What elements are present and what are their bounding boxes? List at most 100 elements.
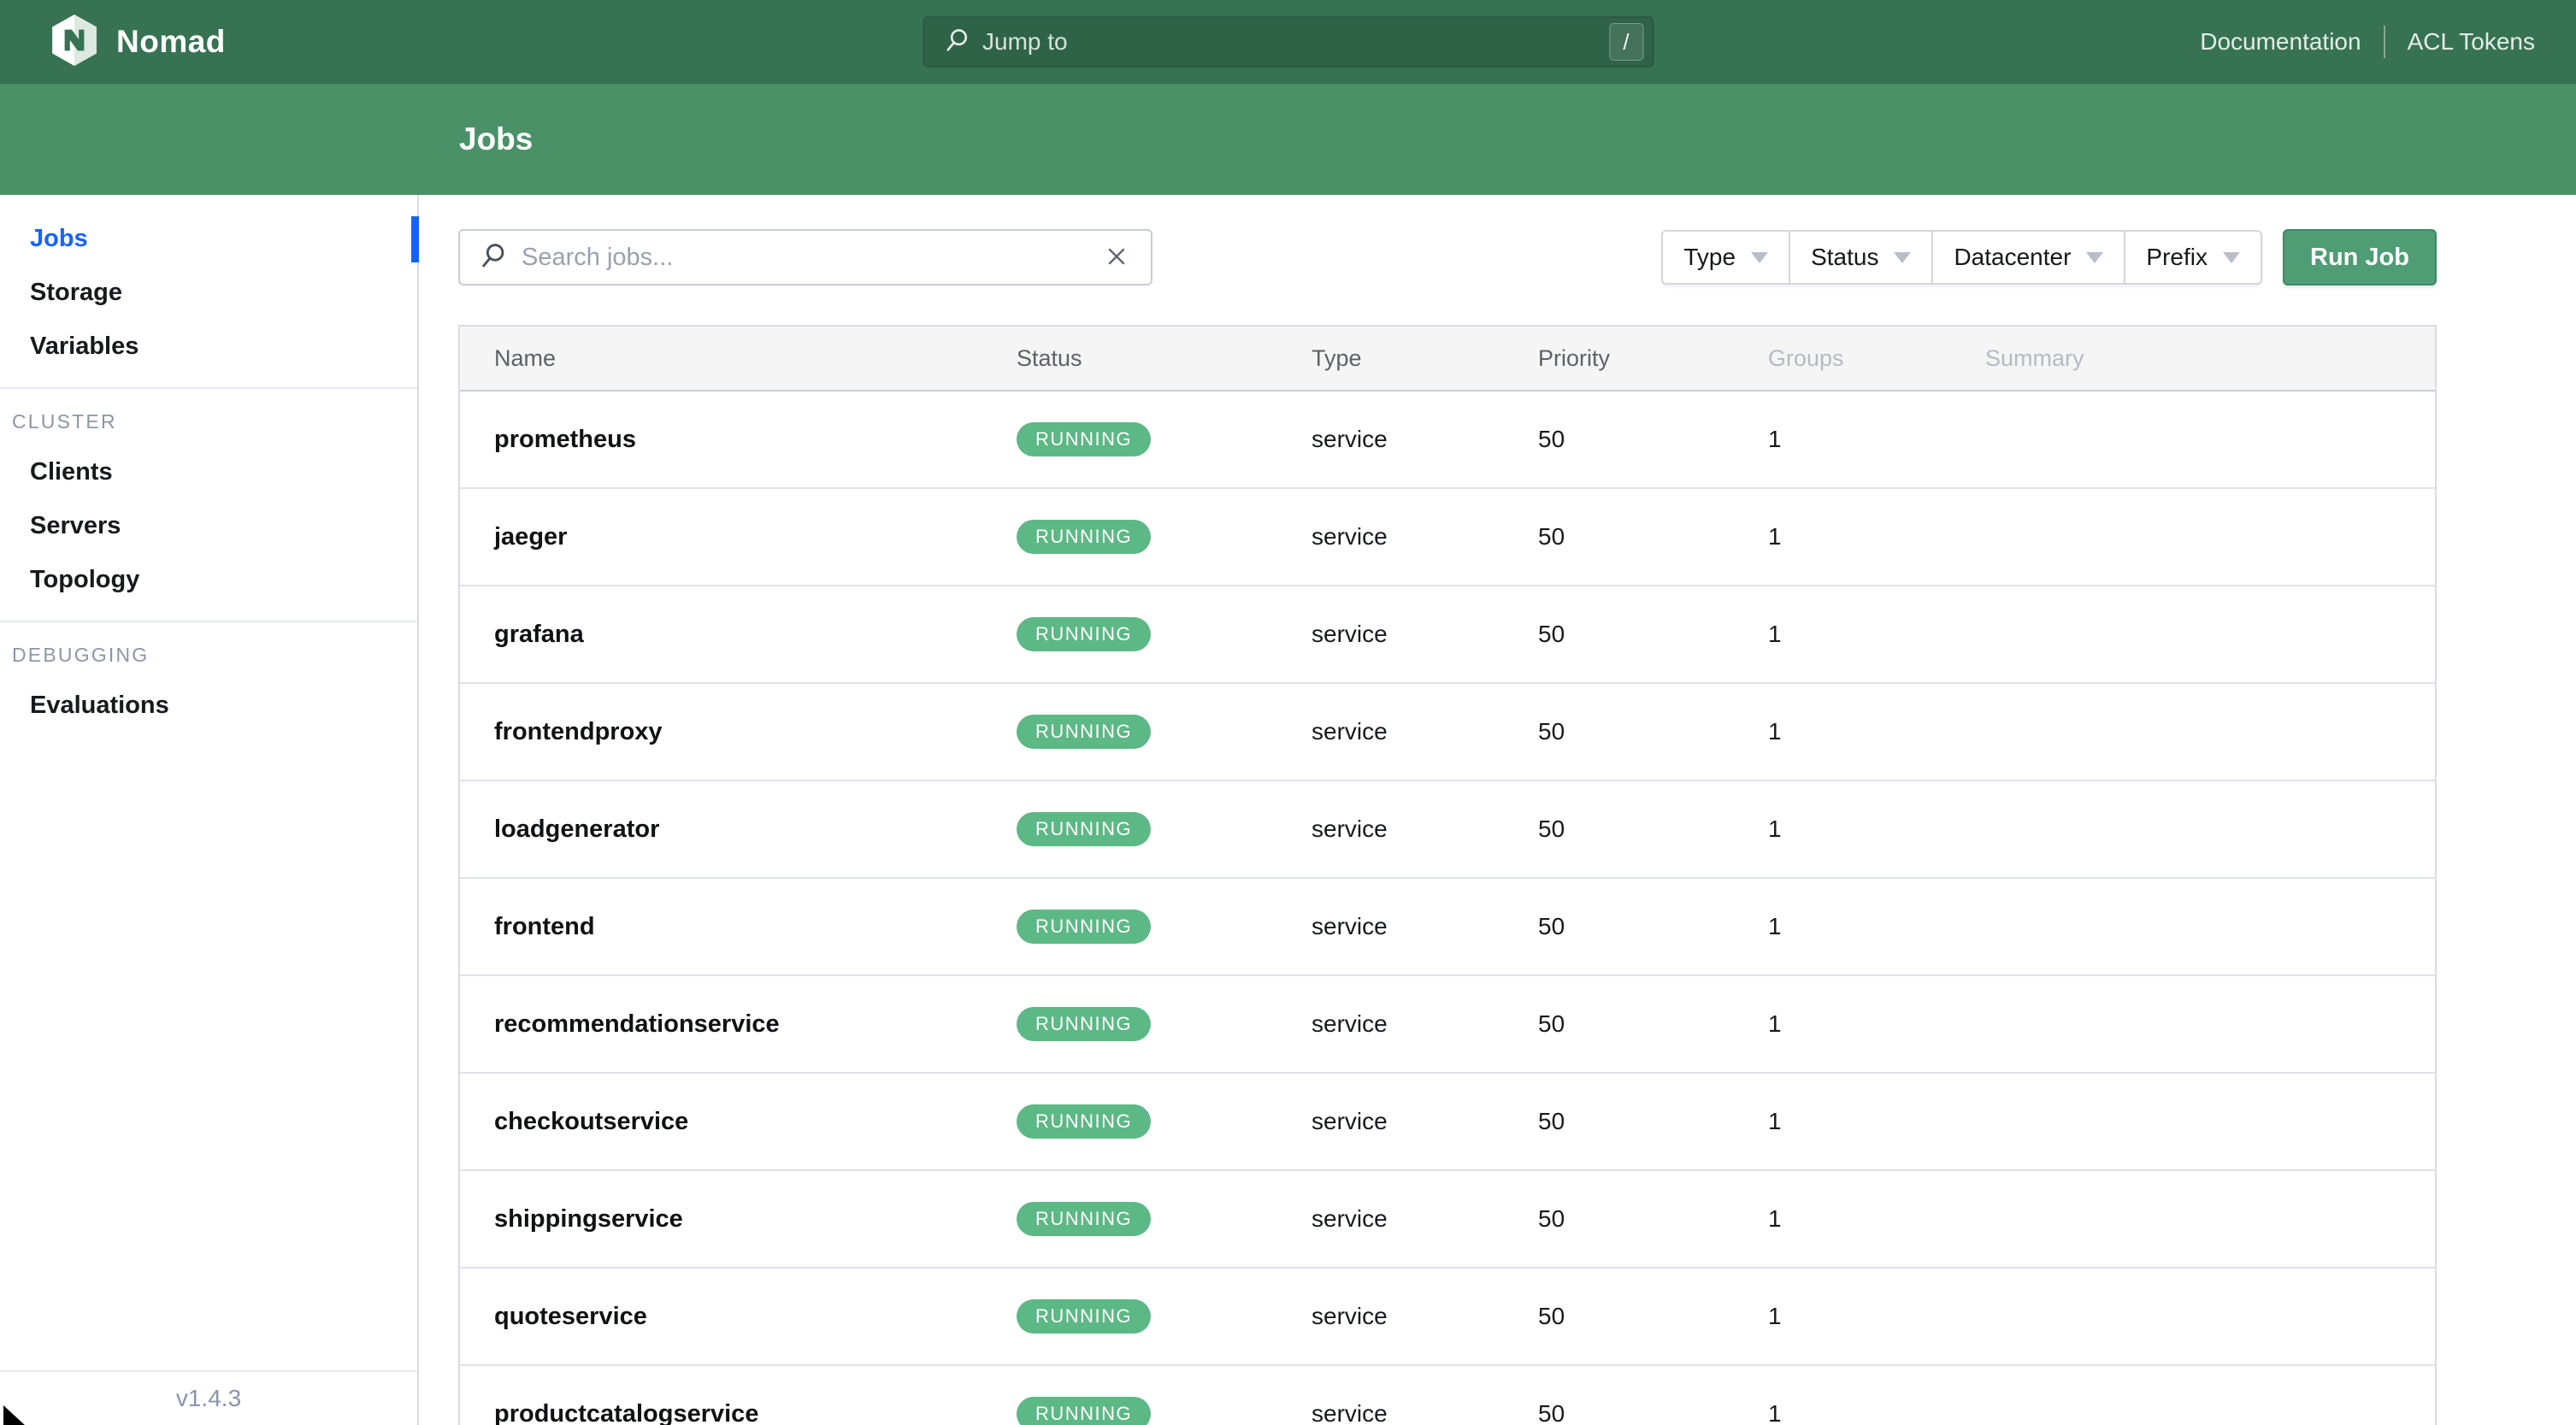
- job-type: service: [1312, 1205, 1388, 1232]
- sidebar-item-variables[interactable]: Variables: [0, 320, 417, 374]
- mouse-cursor: [2, 1405, 32, 1425]
- job-priority: 50: [1538, 621, 1565, 647]
- page-header: Jobs: [0, 84, 2576, 195]
- search-icon: [943, 26, 970, 58]
- status-badge: RUNNING: [1017, 1007, 1152, 1041]
- sidebar-item-topology[interactable]: Topology: [0, 553, 417, 607]
- job-priority: 50: [1538, 523, 1565, 550]
- sidebar-divider: [0, 621, 417, 622]
- column-header-status[interactable]: Status: [1017, 345, 1312, 372]
- filter-label: Datacenter: [1954, 244, 2072, 270]
- status-badge: RUNNING: [1017, 910, 1152, 944]
- chevron-down-icon: [2223, 251, 2240, 263]
- sidebar-item-label: Evaluations: [30, 692, 169, 719]
- jobs-search-box[interactable]: [458, 229, 1152, 286]
- sidebar-item-evaluations[interactable]: Evaluations: [0, 679, 417, 733]
- sidebar-item-label: Storage: [30, 279, 122, 306]
- job-type: service: [1312, 1400, 1388, 1425]
- job-name: jaeger: [494, 522, 568, 551]
- filter-type-dropdown[interactable]: Type: [1663, 232, 1791, 283]
- jump-to-search[interactable]: /: [923, 16, 1653, 68]
- filter-label: Type: [1683, 244, 1736, 270]
- job-groups: 1: [1768, 718, 1782, 745]
- status-badge: RUNNING: [1017, 1299, 1152, 1334]
- job-groups: 1: [1768, 1205, 1782, 1232]
- filter-group: Type Status Datacenter Prefix: [1661, 230, 2262, 285]
- job-name: recommendationservice: [494, 1010, 780, 1038]
- job-name: quoteservice: [494, 1302, 647, 1330]
- close-icon: [1103, 243, 1130, 273]
- search-icon: [479, 241, 508, 274]
- job-row[interactable]: shippingservice RUNNING service 50 1: [460, 1171, 2435, 1269]
- toolbar-right: Type Status Datacenter Prefix Run Job: [1661, 229, 2437, 286]
- job-type: service: [1312, 816, 1388, 842]
- chevron-down-icon: [2086, 251, 2104, 263]
- chevron-down-icon: [1894, 251, 1912, 263]
- job-row[interactable]: recommendationservice RUNNING service 50…: [460, 976, 2435, 1074]
- status-badge: RUNNING: [1017, 715, 1152, 749]
- job-name: loadgenerator: [494, 815, 660, 843]
- column-header-name[interactable]: Name: [460, 345, 1017, 372]
- clear-search-button[interactable]: [1099, 239, 1134, 276]
- jump-to-input[interactable]: [982, 28, 1609, 56]
- job-type: service: [1312, 523, 1388, 550]
- job-groups: 1: [1768, 523, 1782, 550]
- job-row[interactable]: prometheus RUNNING service 50 1: [460, 392, 2435, 489]
- acl-tokens-link[interactable]: ACL Tokens: [2408, 28, 2535, 56]
- job-groups: 1: [1768, 913, 1782, 939]
- filter-datacenter-dropdown[interactable]: Datacenter: [1933, 232, 2126, 283]
- column-header-priority[interactable]: Priority: [1538, 345, 1768, 372]
- job-priority: 50: [1538, 1400, 1565, 1425]
- brand-name: Nomad: [116, 24, 226, 59]
- job-priority: 50: [1538, 1303, 1565, 1329]
- status-badge: RUNNING: [1017, 1397, 1152, 1425]
- brand-link[interactable]: Nomad: [50, 14, 226, 71]
- job-row[interactable]: frontend RUNNING service 50 1: [460, 879, 2435, 976]
- sidebar-section-cluster: CLUSTER: [12, 409, 117, 433]
- status-badge: RUNNING: [1017, 617, 1152, 651]
- page-title: Jobs: [459, 121, 533, 156]
- column-header-type[interactable]: Type: [1312, 345, 1538, 372]
- sidebar-item-servers[interactable]: Servers: [0, 499, 417, 553]
- filter-status-dropdown[interactable]: Status: [1790, 232, 1934, 283]
- version-label: v1.4.3: [0, 1370, 417, 1425]
- sidebar-item-label: Servers: [30, 512, 121, 539]
- job-row[interactable]: checkoutservice RUNNING service 50 1: [460, 1074, 2435, 1171]
- job-type: service: [1312, 1108, 1388, 1134]
- job-row[interactable]: loadgenerator RUNNING service 50 1: [460, 781, 2435, 879]
- slash-shortcut-key: /: [1609, 23, 1643, 61]
- active-item-indicator: [411, 215, 419, 262]
- job-priority: 50: [1538, 816, 1565, 842]
- status-badge: RUNNING: [1017, 422, 1152, 456]
- job-row[interactable]: quoteservice RUNNING service 50 1: [460, 1269, 2435, 1366]
- jobs-search-input[interactable]: [522, 243, 1099, 272]
- job-type: service: [1312, 718, 1388, 745]
- job-groups: 1: [1768, 816, 1782, 842]
- job-row[interactable]: frontendproxy RUNNING service 50 1: [460, 684, 2435, 781]
- job-priority: 50: [1538, 718, 1565, 745]
- job-priority: 50: [1538, 913, 1565, 939]
- job-row[interactable]: jaeger RUNNING service 50 1: [460, 489, 2435, 586]
- job-groups: 1: [1768, 1400, 1782, 1425]
- job-name: frontend: [494, 912, 595, 940]
- job-type: service: [1312, 1303, 1388, 1329]
- sidebar: Jobs Storage Variables CLUSTER Clients S…: [0, 195, 419, 1425]
- job-name: productcatalogservice: [494, 1399, 759, 1425]
- run-job-button[interactable]: Run Job: [2283, 229, 2437, 286]
- job-priority: 50: [1538, 1010, 1565, 1037]
- sidebar-item-clients[interactable]: Clients: [0, 445, 417, 499]
- job-row[interactable]: productcatalogservice RUNNING service 50…: [460, 1366, 2435, 1425]
- job-type: service: [1312, 1010, 1388, 1037]
- job-groups: 1: [1768, 426, 1782, 452]
- job-row[interactable]: grafana RUNNING service 50 1: [460, 586, 2435, 684]
- job-groups: 1: [1768, 1303, 1782, 1329]
- filter-label: Prefix: [2146, 244, 2208, 270]
- sidebar-item-storage[interactable]: Storage: [0, 266, 417, 320]
- job-priority: 50: [1538, 426, 1565, 452]
- documentation-link[interactable]: Documentation: [2200, 28, 2361, 56]
- job-name: checkoutservice: [494, 1107, 689, 1135]
- filter-prefix-dropdown[interactable]: Prefix: [2125, 232, 2261, 283]
- sidebar-section-debugging: DEBUGGING: [12, 643, 150, 666]
- top-nav-links: Documentation ACL Tokens: [2200, 26, 2535, 58]
- sidebar-item-jobs[interactable]: Jobs: [0, 212, 419, 266]
